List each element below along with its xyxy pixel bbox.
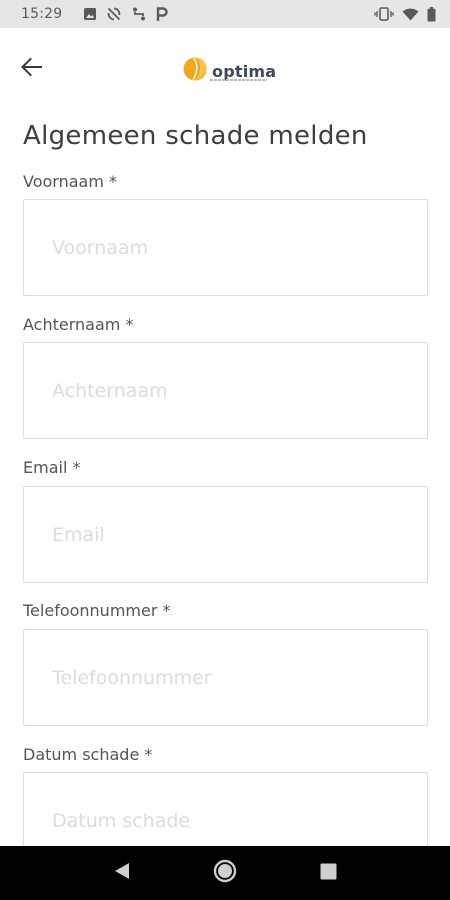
recents-square-icon bbox=[320, 863, 337, 884]
phone-input[interactable] bbox=[24, 630, 427, 725]
nav-recents-button[interactable] bbox=[308, 853, 348, 893]
home-circle-icon bbox=[213, 859, 237, 887]
wifi-icon bbox=[402, 8, 419, 21]
status-time: 15:29 bbox=[21, 6, 63, 22]
email-label: Email * bbox=[23, 458, 81, 477]
damage-date-label: Datum schade * bbox=[23, 745, 153, 764]
vibrate-icon bbox=[374, 7, 394, 21]
nav-back-button[interactable] bbox=[102, 853, 142, 893]
battery-icon bbox=[427, 6, 436, 22]
last-name-label: Achternaam * bbox=[23, 315, 134, 334]
parking-icon bbox=[156, 6, 169, 22]
back-button[interactable] bbox=[14, 54, 48, 84]
last-name-box bbox=[23, 342, 428, 439]
phone-box bbox=[23, 629, 428, 726]
email-box bbox=[23, 486, 428, 583]
email-input[interactable] bbox=[24, 487, 427, 582]
image-icon bbox=[83, 7, 97, 21]
logo-tagline bbox=[210, 79, 267, 81]
nav-home-button[interactable] bbox=[205, 853, 245, 893]
logo-mark-icon bbox=[182, 55, 210, 87]
first-name-input[interactable] bbox=[24, 200, 427, 295]
first-name-label: Voornaam * bbox=[23, 172, 117, 191]
back-triangle-icon bbox=[114, 862, 130, 884]
status-bar: 15:29 bbox=[0, 0, 450, 28]
route-icon bbox=[131, 6, 147, 22]
screen: 15:29 optima Algemeen schade melden Voor… bbox=[0, 0, 450, 900]
arrow-back-icon bbox=[20, 57, 42, 81]
optima-logo: optima bbox=[182, 56, 276, 86]
app-bar: optima bbox=[0, 28, 450, 112]
sync-off-icon bbox=[106, 6, 122, 22]
system-nav-bar bbox=[0, 846, 450, 900]
logo-text: optima bbox=[212, 61, 277, 81]
status-right bbox=[374, 6, 436, 22]
last-name-input[interactable] bbox=[24, 343, 427, 438]
phone-label: Telefoonnummer * bbox=[23, 601, 171, 620]
status-left: 15:29 bbox=[21, 6, 169, 22]
page-title: Algemeen schade melden bbox=[23, 121, 368, 151]
first-name-box bbox=[23, 199, 428, 296]
